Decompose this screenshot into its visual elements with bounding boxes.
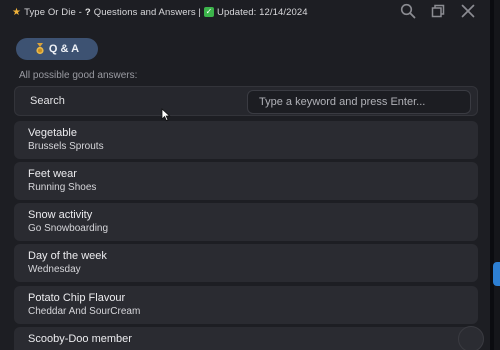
answer-card: Snow activity Go Snowboarding xyxy=(14,203,478,241)
answer-category: Snow activity xyxy=(28,209,93,221)
star-icon: ★ xyxy=(12,6,22,18)
answer-text: Brussels Sprouts xyxy=(28,141,104,152)
close-icon[interactable] xyxy=(460,3,476,19)
answers-subheading: All possible good answers: xyxy=(19,70,138,81)
answer-category: Vegetable xyxy=(28,127,77,139)
title-part2: Questions and Answers | xyxy=(93,6,201,18)
search-label: Search xyxy=(30,95,65,107)
answer-card: Day of the week Wednesday xyxy=(14,244,478,282)
mouse-cursor-icon xyxy=(161,108,171,122)
check-icon: ✓ xyxy=(204,7,214,17)
answer-card: Feet wear Running Shoes xyxy=(14,162,478,200)
search-icon[interactable] xyxy=(400,3,416,19)
qa-chip-label: Q & A xyxy=(48,43,80,55)
answer-card: Vegetable Brussels Sprouts xyxy=(14,121,478,159)
answer-text: Running Shoes xyxy=(28,182,97,193)
search-bar: Search xyxy=(14,86,478,116)
app-window: ★ Type Or Die - ? Questions and Answers … xyxy=(0,0,490,350)
background-tab xyxy=(493,262,500,286)
window-controls xyxy=(400,3,476,19)
scroll-top-button[interactable] xyxy=(458,326,484,350)
medal-icon xyxy=(36,43,44,55)
qa-tab-chip[interactable]: Q & A xyxy=(16,38,98,60)
answer-category: Potato Chip Flavour xyxy=(28,292,126,304)
restore-icon[interactable] xyxy=(430,3,446,19)
title-part1: Type Or Die - xyxy=(24,6,82,18)
answer-card: Potato Chip Flavour Cheddar And SourCrea… xyxy=(14,286,478,324)
answer-text: Cheddar And SourCream xyxy=(28,306,141,317)
answer-card: Scooby-Doo member xyxy=(14,327,478,350)
answer-category: Day of the week xyxy=(28,250,107,262)
answer-text: Wednesday xyxy=(28,264,81,275)
answer-text: Go Snowboarding xyxy=(28,223,109,234)
answer-category: Feet wear xyxy=(28,168,77,180)
background-strip xyxy=(490,0,500,350)
background-panel xyxy=(494,0,500,350)
search-input[interactable] xyxy=(247,90,471,114)
question-icon: ? xyxy=(84,6,91,18)
title-part3: Updated: 12/14/2024 xyxy=(217,6,308,18)
answer-category: Scooby-Doo member xyxy=(28,333,132,345)
